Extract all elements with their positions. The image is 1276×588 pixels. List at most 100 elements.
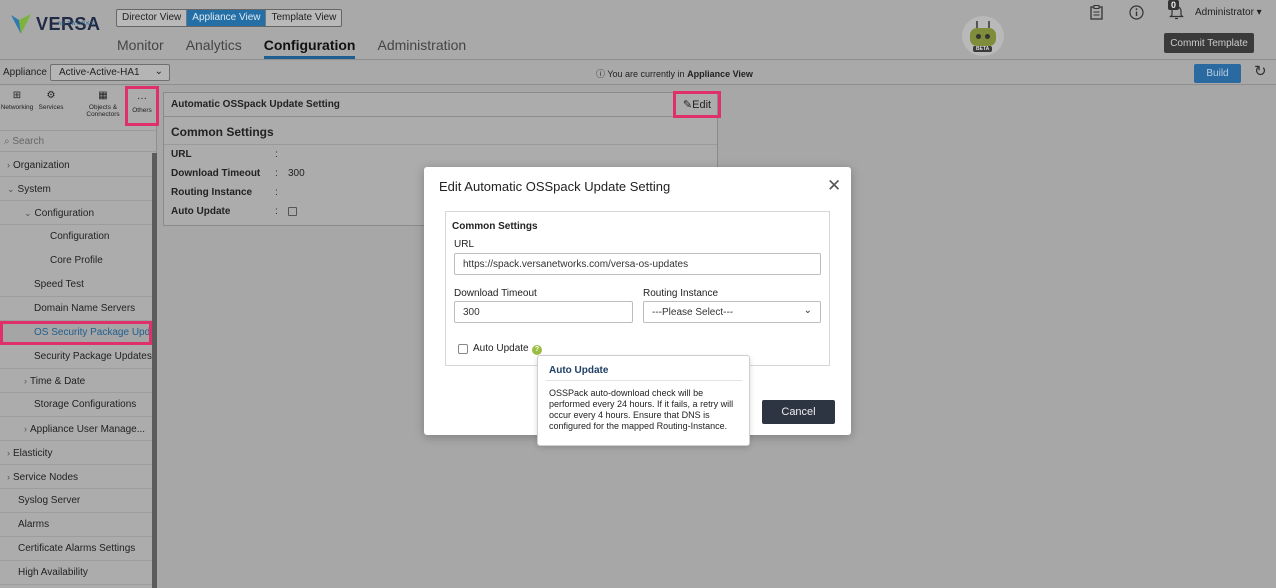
build-button[interactable]: Build — [1194, 64, 1241, 83]
current-view-note: ⓘ You are currently in Appliance View — [596, 69, 753, 79]
sidebar-item[interactable]: Core Profile — [0, 249, 152, 273]
tooltip-title: Auto Update — [549, 365, 609, 376]
more-icon: ··· — [137, 93, 147, 104]
sidebar-item[interactable]: Storage Configurations — [0, 393, 152, 417]
row-value: 300 — [288, 168, 305, 179]
chevron-down-icon: ⌄ — [803, 305, 812, 316]
sidebar-item[interactable]: Certificate Alarms Settings — [0, 537, 152, 561]
services-icon: ⚙ — [46, 90, 56, 101]
sidebar-item-label: Security Package Updates — [34, 351, 152, 362]
nav-analytics[interactable]: Analytics — [186, 37, 242, 59]
tab-others[interactable]: ··· Others — [125, 86, 159, 126]
chevron-down-icon[interactable]: ⌄ — [24, 208, 32, 218]
chevron-right-icon[interactable]: › — [7, 472, 10, 482]
template-view-button[interactable]: Template View — [266, 10, 341, 26]
notification-count-badge: 0 — [1168, 0, 1180, 10]
url-input[interactable]: https://spack.versanetworks.com/versa-os… — [454, 253, 821, 275]
clipboard-icon[interactable] — [1088, 4, 1104, 20]
appliance-label: Appliance — [3, 67, 47, 78]
sidebar-item-label: Service Nodes — [13, 472, 79, 483]
edit-button[interactable]: ✎ Edit — [673, 91, 721, 118]
tab-networking-label: Networking — [0, 104, 34, 111]
sidebar-search[interactable]: ⌕ Search — [0, 130, 157, 152]
routing-instance-select[interactable]: ---Please Select--- ⌄ — [643, 301, 821, 323]
sidebar-item[interactable]: › Appliance User Manage... — [0, 417, 152, 441]
tab-others-label: Others — [132, 107, 152, 114]
edit-icon: ✎ — [682, 99, 693, 111]
download-timeout-input[interactable]: 300 — [454, 301, 633, 323]
dialog-form-section: Common Settings URL https://spack.versan… — [445, 211, 830, 366]
auto-update-checkbox[interactable] — [458, 344, 468, 354]
sidebar-item-label: Storage Configurations — [34, 399, 137, 410]
beta-badge: BETA — [973, 46, 993, 52]
sidebar-item-label: Syslog Server — [18, 495, 81, 506]
sidebar-item-label: Elasticity — [13, 448, 53, 459]
assistant-bot-button[interactable]: BETA — [962, 16, 1004, 56]
chevron-right-icon[interactable]: › — [24, 376, 27, 386]
sidebar-item-label: Organization — [13, 160, 70, 171]
sidebar-item[interactable]: › Elasticity — [0, 441, 152, 465]
appliance-select[interactable]: Active-Active-HA1 ⌄ — [50, 64, 170, 81]
chevron-down-icon[interactable]: ⌄ — [7, 184, 15, 194]
row-colon: : — [275, 206, 278, 217]
sidebar-item-label: High Availability — [18, 567, 88, 578]
main-nav: Monitor Analytics Configuration Administ… — [117, 37, 466, 59]
close-icon[interactable]: ✕ — [827, 176, 841, 196]
user-menu[interactable]: Administrator ▾ — [1195, 7, 1262, 18]
tab-services-label: Services — [38, 104, 64, 111]
row-url: URL : — [164, 145, 717, 164]
sidebar-item[interactable]: Domain Name Servers — [0, 297, 152, 321]
sidebar-item-label: Configuration — [50, 231, 110, 242]
auto-update-label: Auto Update — [473, 343, 529, 354]
chevron-right-icon[interactable]: › — [7, 160, 10, 170]
sidebar-tree: › Organization ⌄ System ⌄ Configuration Config… — [0, 153, 152, 585]
tooltip-body: OSSPack auto-download check will be perf… — [549, 388, 734, 431]
nav-configuration[interactable]: Configuration — [263, 37, 356, 59]
row-key: Routing Instance — [171, 187, 253, 198]
bot-antenna-right — [988, 21, 990, 28]
sidebar-item-label: Core Profile — [50, 255, 103, 266]
appliance-view-button[interactable]: Appliance View — [187, 10, 267, 26]
sidebar-item[interactable]: › Time & Date — [0, 369, 152, 393]
sidebar-item[interactable]: Syslog Server — [0, 489, 152, 513]
edit-label: Edit — [692, 98, 712, 111]
sidebar-item-label: Speed Test — [34, 279, 84, 290]
networking-icon: ⊞ — [12, 90, 22, 101]
bot-antenna-left — [976, 21, 978, 28]
row-colon: : — [275, 149, 278, 160]
sidebar-item[interactable]: High Availability — [0, 561, 152, 585]
director-view-button[interactable]: Director View — [117, 10, 188, 26]
help-icon[interactable]: ? — [532, 345, 542, 355]
nav-monitor[interactable]: Monitor — [117, 37, 164, 59]
routing-instance-value: ---Please Select--- — [652, 307, 734, 318]
tab-services[interactable]: ⚙ Services — [34, 86, 68, 128]
sub-header: Appliance Active-Active-HA1 ⌄ ⓘ You are … — [0, 61, 1276, 85]
commit-template-button[interactable]: Commit Template — [1164, 33, 1254, 53]
chevron-right-icon[interactable]: › — [24, 424, 27, 434]
sidebar-item[interactable]: Speed Test — [0, 273, 152, 297]
bot-icon — [970, 28, 996, 46]
sidebar-item[interactable]: ⌄ System — [0, 177, 152, 201]
sidebar-item[interactable]: ⌄ Configuration — [0, 201, 152, 225]
sidebar-item[interactable]: Alarms — [0, 513, 152, 537]
row-key: URL — [171, 149, 192, 160]
tab-objects[interactable]: ▦ Objects & Connectors — [68, 86, 124, 128]
chevron-right-icon[interactable]: › — [7, 448, 10, 458]
sidebar-item-label: Domain Name Servers — [34, 303, 136, 314]
info-icon[interactable] — [1128, 4, 1144, 20]
sidebar-scrollbar[interactable] — [152, 153, 157, 588]
sidebar-item[interactable]: › Service Nodes — [0, 465, 152, 489]
refresh-icon[interactable]: ↻ — [1254, 62, 1267, 80]
auto-update-tooltip: Auto Update OSSPack auto-download check … — [537, 355, 750, 446]
cancel-button[interactable]: Cancel — [762, 400, 835, 424]
tab-networking[interactable]: ⊞ Networking — [0, 86, 34, 128]
sidebar-item[interactable]: OS Security Package Upd... — [0, 321, 152, 345]
sidebar-item[interactable]: Configuration — [0, 225, 152, 249]
user-name: Administrator — [1195, 7, 1254, 18]
nav-administration[interactable]: Administration — [377, 37, 466, 59]
versa-logo-icon — [11, 14, 31, 34]
sidebar-item[interactable]: › Organization — [0, 153, 152, 177]
sidebar-item-label: Certificate Alarms Settings — [18, 543, 136, 554]
sidebar-item[interactable]: Security Package Updates — [0, 345, 152, 369]
chevron-down-icon: ⌄ — [154, 66, 163, 77]
